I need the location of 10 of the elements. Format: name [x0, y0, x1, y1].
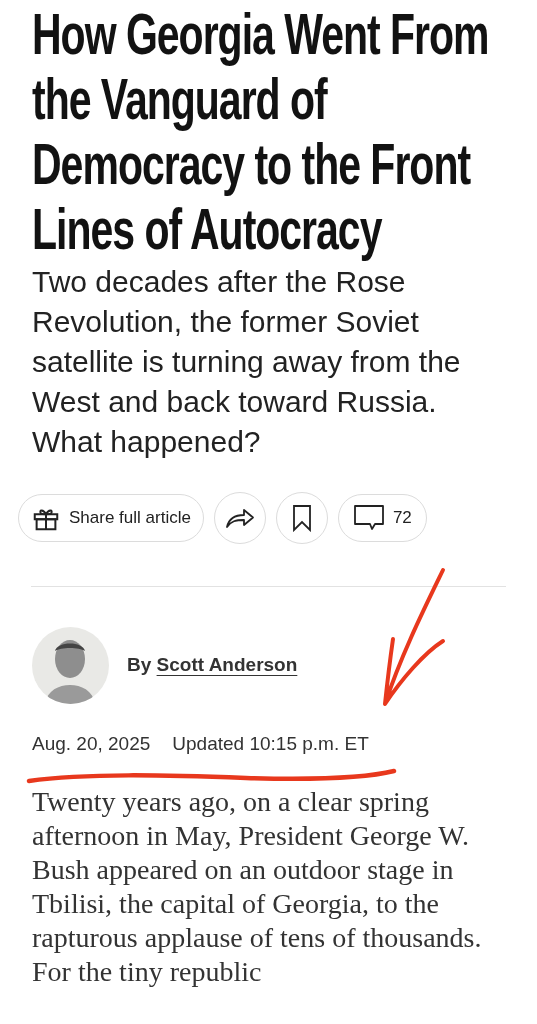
bookmark-icon — [291, 504, 312, 532]
headline: How Georgia Went From the Vanguard of Democracy to the Front Lines of Autocracy — [32, 2, 490, 262]
share-arrow-icon — [224, 506, 255, 530]
comment-icon — [352, 504, 385, 532]
publish-date: Aug. 20, 2025 — [32, 732, 151, 756]
article-body: Twenty years ago, on a clear spring afternoon in May, President George W. Bush appeared on an outdoor stage in Tbilisi, the capital of Georgia, to the rapturous applause of tens of thousands. For the tiny republic — [32, 784, 483, 989]
article-summary: Two decades after the Rose Revolution, the former Soviet satellite is turning away from the West and back toward Russia. What happened? — [32, 264, 462, 460]
author-link[interactable]: Scott Anderson — [156, 654, 298, 676]
byline: By Scott Anderson — [127, 653, 298, 678]
updated-time: Updated 10:15 p.m. ET — [172, 732, 369, 756]
